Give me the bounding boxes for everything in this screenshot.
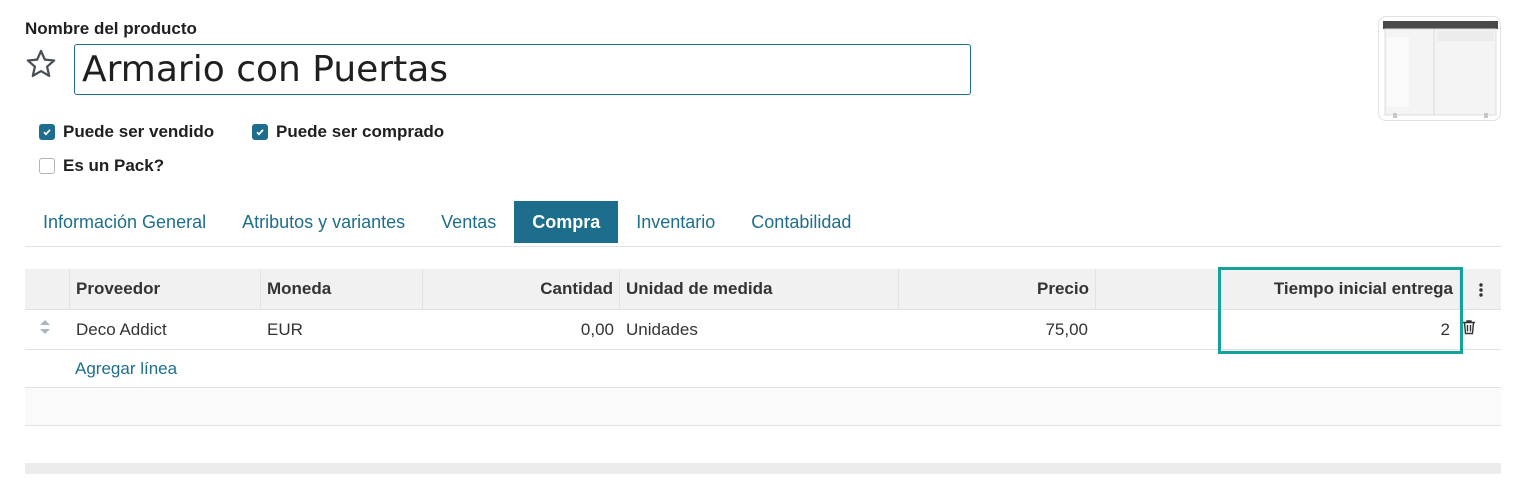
header-cantidad[interactable]: Cantidad (423, 269, 620, 310)
cell-proveedor[interactable]: Deco Addict (70, 320, 261, 340)
add-line-link[interactable]: Agregar línea (75, 359, 177, 379)
tab-atributos-variantes[interactable]: Atributos y variantes (224, 201, 423, 243)
product-name-label: Nombre del producto (25, 19, 197, 38)
header-unidad-medida[interactable]: Unidad de medida (620, 269, 899, 310)
empty-row (25, 388, 1501, 426)
sort-handle-icon (40, 320, 50, 334)
drag-handle[interactable] (25, 319, 70, 340)
product-name-input[interactable] (74, 44, 971, 95)
tab-contabilidad[interactable]: Contabilidad (733, 201, 869, 243)
is-pack-option[interactable]: Es un Pack? (39, 156, 164, 176)
tab-inventario[interactable]: Inventario (618, 201, 733, 243)
header-tiempo-entrega[interactable]: Tiempo inicial entrega (1096, 269, 1460, 310)
table-row[interactable]: Deco Addict EUR 0,00 Unidades 75,00 2 (25, 310, 1501, 350)
table-header: Proveedor Moneda Cantidad Unidad de medi… (25, 269, 1501, 310)
checkmark-icon (256, 129, 264, 136)
optional-columns-menu[interactable] (1460, 269, 1501, 310)
checkmark-icon (43, 129, 51, 136)
trash-icon (1463, 320, 1475, 335)
vendor-pricelist-table: Proveedor Moneda Cantidad Unidad de medi… (25, 269, 1501, 426)
can-sell-label: Puede ser vendido (63, 122, 215, 141)
is-pack-label: Es un Pack? (63, 156, 165, 175)
favorite-star-icon[interactable] (24, 47, 58, 81)
header-handle-cell (25, 269, 70, 310)
cell-cantidad[interactable]: 0,00 (423, 320, 620, 340)
header-precio[interactable]: Precio (899, 269, 1096, 310)
cell-precio[interactable]: 75,00 (899, 320, 1096, 340)
product-image[interactable] (1378, 16, 1501, 121)
can-sell-checkbox[interactable] (39, 124, 55, 140)
cell-tiempo-entrega[interactable]: 2 (1096, 320, 1460, 340)
header-proveedor[interactable]: Proveedor (70, 269, 261, 310)
product-tabs: Información General Atributos y variante… (25, 201, 1501, 247)
can-sell-option[interactable]: Puede ser vendido (39, 122, 214, 142)
tab-compra[interactable]: Compra (514, 201, 619, 243)
cell-unidad-medida[interactable]: Unidades (620, 320, 899, 340)
delete-row-button[interactable] (1460, 319, 1501, 340)
tab-informacion-general[interactable]: Información General (25, 201, 224, 243)
can-buy-label: Puede ser comprado (276, 122, 445, 141)
can-buy-option[interactable]: Puede ser comprado (252, 122, 444, 142)
tab-ventas[interactable]: Ventas (423, 201, 514, 243)
can-buy-checkbox[interactable] (252, 124, 268, 140)
add-line-row: Agregar línea (25, 350, 1501, 388)
cabinet-image-icon (1383, 21, 1498, 118)
bottom-scrollbar[interactable] (25, 463, 1501, 474)
is-pack-checkbox[interactable] (39, 158, 55, 174)
header-moneda[interactable]: Moneda (261, 269, 423, 310)
vertical-dots-icon (1478, 282, 1483, 297)
cell-moneda[interactable]: EUR (261, 320, 423, 340)
